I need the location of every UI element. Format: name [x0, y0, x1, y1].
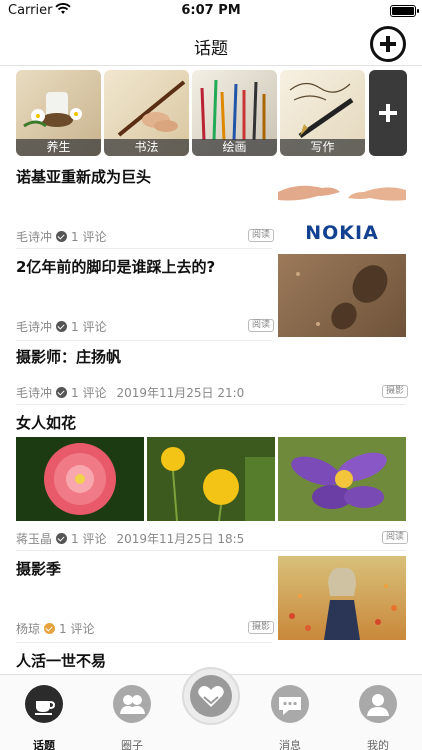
category-label: 绘画 — [192, 139, 277, 156]
category-writing[interactable]: 写作 — [280, 70, 365, 156]
comment-count: 1 评论 — [71, 532, 107, 546]
topic-title[interactable]: 2亿年前的脚印是谁踩上去的? — [16, 256, 215, 277]
post-date: 2019年11月25日 21:0 — [116, 386, 245, 400]
tab-profile[interactable]: 我的 — [336, 675, 420, 750]
divider — [16, 642, 272, 643]
coffee-icon — [25, 685, 63, 723]
chat-icon — [271, 685, 309, 723]
category-label: 养生 — [16, 139, 101, 156]
health-spa-image — [23, 92, 82, 128]
status-bar: Carrier 6:07 PM — [0, 0, 422, 22]
tab-label: 我的 — [367, 739, 389, 750]
footprint-image — [296, 265, 388, 330]
nokia-logo: NOKIA — [305, 222, 379, 244]
dandelion-image — [161, 447, 275, 521]
topic-thumbnail[interactable]: NOKIA — [278, 166, 406, 244]
navigation-bar: 话题 — [0, 22, 422, 66]
category-painting[interactable]: 绘画 — [192, 70, 277, 156]
heart-hands-icon — [190, 675, 232, 717]
comment-count: 1 评论 — [71, 320, 107, 334]
author-name: 毛诗冲 — [16, 320, 53, 334]
author-name: 杨琼 — [16, 622, 41, 636]
topic-title[interactable]: 人活一世不易 — [16, 650, 106, 671]
purple-flower-image — [291, 452, 387, 509]
divider — [16, 404, 406, 405]
divider — [16, 340, 272, 341]
category-tag: 阅读 — [382, 531, 409, 544]
add-topic-button[interactable] — [370, 26, 406, 62]
verified-icon — [56, 231, 68, 242]
group-icon — [113, 685, 151, 723]
tab-circles[interactable]: 圈子 — [90, 675, 174, 750]
topic-title[interactable]: 摄影季 — [16, 558, 61, 579]
author-name: 蒋玉晶 — [16, 532, 53, 546]
topic-meta: 杨琼 1 评论 — [16, 620, 94, 637]
fountain-pen-image — [289, 82, 354, 139]
topic-title[interactable]: 诺基亚重新成为巨头 — [16, 166, 151, 187]
verified-icon — [56, 321, 68, 332]
topic-meta: 蒋玉晶 1 评论 2019年11月25日 18:5 — [16, 530, 244, 547]
topic-thumbnail[interactable] — [278, 254, 406, 337]
verified-icon — [56, 533, 68, 544]
topic-title[interactable]: 女人如花 — [16, 412, 76, 433]
topic-title[interactable]: 摄影师：庄扬帆 — [16, 346, 121, 367]
category-tag: 阅读 — [248, 229, 275, 242]
topic-meta: 毛诗冲 1 评论 — [16, 228, 106, 245]
calligraphy-brush-image — [117, 80, 186, 137]
tab-topics[interactable]: 话题 — [2, 675, 86, 750]
category-tag: 摄影 — [248, 621, 275, 634]
dahlia-flower-image — [44, 443, 116, 515]
tab-label: 消息 — [279, 739, 301, 750]
comment-count: 1 评论 — [71, 386, 107, 400]
tab-messages[interactable]: 消息 — [248, 675, 332, 750]
paint-brushes-image — [200, 79, 266, 140]
category-tag: 阅读 — [248, 319, 275, 332]
author-name: 毛诗冲 — [16, 230, 53, 244]
post-date: 2019年11月25日 18:5 — [116, 532, 245, 546]
verified-icon — [56, 387, 68, 398]
girl-in-flower-field-image — [289, 567, 397, 640]
topic-meta: 毛诗冲 1 评论 — [16, 318, 106, 335]
reaching-hands-image — [278, 185, 406, 201]
page-title: 话题 — [194, 39, 228, 59]
divider — [16, 550, 406, 551]
category-health[interactable]: 养生 — [16, 70, 101, 156]
topic-thumbnail[interactable] — [278, 437, 406, 521]
tab-bar: 话题 圈子 消息 我的 — [0, 667, 422, 750]
battery-icon — [390, 5, 419, 17]
user-icon — [359, 685, 397, 723]
topic-thumbnail[interactable] — [278, 556, 406, 640]
center-action-button[interactable] — [182, 667, 240, 725]
comment-count: 1 评论 — [59, 622, 95, 636]
tab-label: 圈子 — [121, 739, 143, 750]
category-strip: 养生 书法 绘画 写作 — [16, 70, 422, 156]
add-category-button[interactable] — [369, 70, 407, 156]
category-tag: 摄影 — [382, 385, 409, 398]
tab-label: 话题 — [33, 739, 55, 750]
category-label: 书法 — [104, 139, 189, 156]
topic-thumbnail[interactable] — [16, 437, 144, 521]
verified-icon — [44, 623, 56, 634]
clock: 6:07 PM — [181, 3, 241, 18]
category-calligraphy[interactable]: 书法 — [104, 70, 189, 156]
author-name: 毛诗冲 — [16, 386, 53, 400]
topic-thumbnail[interactable] — [147, 437, 275, 521]
comment-count: 1 评论 — [71, 230, 107, 244]
divider — [16, 248, 272, 249]
topic-meta: 毛诗冲 1 评论 2019年11月25日 21:0 — [16, 384, 244, 401]
category-label: 写作 — [280, 139, 365, 156]
